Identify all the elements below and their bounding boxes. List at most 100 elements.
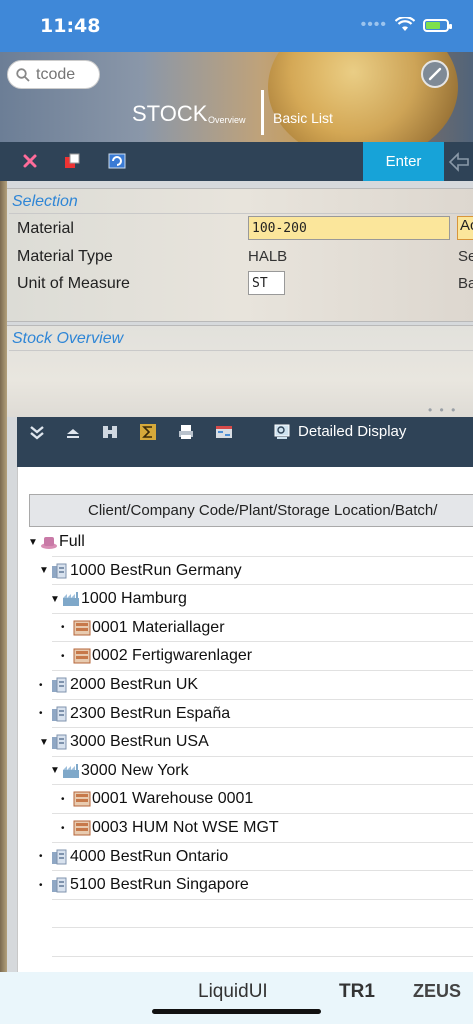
tree-row-label: 0003 HUM Not WSE MGT (92, 819, 279, 836)
title-divider (261, 90, 264, 135)
storage-location-icon (73, 619, 91, 637)
tcode-input[interactable] (36, 65, 91, 84)
section-line (9, 350, 473, 351)
tree-row-label: Full (59, 533, 85, 550)
tree-row[interactable]: ▼ 1000 BestRun Germany (39, 557, 242, 585)
expand-toggle-icon[interactable]: ▼ (39, 565, 51, 576)
enter-button[interactable]: Enter (363, 142, 444, 181)
tree-row-label: 0001 Materiallager (92, 618, 225, 636)
company-code-icon (51, 733, 69, 751)
tree-row[interactable]: ▼ 3000 New York (50, 757, 189, 785)
cancel-icon[interactable] (20, 151, 40, 171)
unit-input[interactable] (248, 271, 285, 295)
sum-icon[interactable] (139, 423, 157, 441)
brush-icon (428, 67, 442, 81)
more-dots[interactable]: • • • (428, 403, 457, 417)
back-icon[interactable] (448, 151, 470, 173)
tree-row[interactable]: • 0003 HUM Not WSE MGT (61, 814, 279, 842)
main-toolbar: Enter (0, 142, 473, 181)
cellular-dots: •••• (360, 16, 387, 33)
stock-overview-panel: Stock Overview (7, 325, 473, 417)
tree-row[interactable]: • 0001 Warehouse 0001 (61, 785, 253, 813)
tree-row[interactable]: • 5100 BestRun Singapore (39, 871, 249, 899)
tree-row-label: 0001 Warehouse 0001 (92, 790, 254, 808)
battery-charging-icon (423, 18, 452, 32)
tree-row[interactable]: ▼ 3000 BestRun USA (39, 728, 209, 756)
server-name: ZEUS (413, 981, 462, 1001)
plant-icon (62, 762, 80, 780)
section-line (9, 213, 473, 214)
detailed-display-icon[interactable] (273, 423, 291, 441)
tree-row-label: 5100 BestRun Singapore (70, 876, 249, 894)
status-time: 11:48 (40, 15, 101, 37)
tcode-search[interactable] (7, 60, 100, 89)
leaf-bullet-icon: • (39, 708, 43, 720)
layout-icon[interactable] (215, 423, 233, 441)
tree-row[interactable]: • 4000 BestRun Ontario (39, 843, 228, 871)
material-type-value: HALB (248, 248, 288, 265)
home-indicator[interactable] (152, 1009, 321, 1014)
plant-icon (62, 590, 80, 608)
wifi-icon (395, 17, 415, 31)
tree-row-label: 4000 BestRun Ontario (70, 847, 229, 865)
storage-location-icon (73, 819, 91, 837)
selection-title: Selection (12, 193, 78, 210)
page-subtitle: Overview (208, 115, 246, 125)
company-code-icon (51, 848, 69, 866)
selection-panel: Selection Material Ac Material Type HALB… (7, 188, 473, 322)
leaf-bullet-icon: • (61, 793, 65, 805)
leaf-bullet-icon: • (39, 851, 43, 863)
leaf-bullet-icon: • (61, 622, 65, 634)
leaf-bullet-icon: • (39, 879, 43, 891)
tree-row[interactable]: • 0001 Materiallager (61, 614, 225, 642)
tree-column-header[interactable]: Client/Company Code/Plant/Storage Locati… (29, 494, 473, 527)
material-type-label: Material Type (17, 248, 113, 265)
storage-location-icon (73, 790, 91, 808)
unit-label: Unit of Measure (17, 275, 130, 292)
tree-row-label: 3000 BestRun USA (70, 733, 209, 751)
tree-row[interactable]: • 2300 BestRun España (39, 700, 230, 728)
tree-row-label: 3000 New York (81, 761, 189, 779)
tab-basic-list[interactable]: Basic List (273, 110, 333, 126)
find-icon[interactable] (101, 423, 119, 441)
search-icon (16, 67, 30, 82)
left-accent-bar (0, 181, 7, 972)
expand-toggle-icon[interactable]: ▼ (28, 537, 40, 548)
cut-ac: Ac (460, 217, 473, 234)
new-session-icon[interactable] (62, 151, 82, 171)
cut-off-field[interactable]: Ac (457, 216, 473, 240)
refresh-icon[interactable] (107, 151, 127, 171)
expand-toggle-icon[interactable]: ▼ (39, 737, 51, 748)
tree-row[interactable]: ▼ 1000 Hamburg (50, 585, 187, 613)
header-banner: STOCK Overview Basic List (0, 52, 473, 142)
material-label: Material (17, 220, 74, 237)
tree-row-label: 2000 BestRun UK (70, 676, 199, 693)
tree-row[interactable]: • 2000 BestRun UK (39, 671, 198, 699)
theme-brush-button[interactable] (421, 60, 449, 88)
stock-tree: Client/Company Code/Plant/Storage Locati… (17, 467, 473, 972)
status-icons: •••• (360, 16, 452, 34)
company-code-icon (51, 562, 69, 580)
detailed-display-label[interactable]: Detailed Display (298, 423, 406, 440)
tree-row[interactable]: ▼ Full (28, 528, 85, 556)
tree-row-label: 1000 BestRun Germany (70, 561, 242, 579)
print-icon[interactable] (177, 423, 195, 441)
row-separator (52, 927, 473, 929)
expand-toggle-icon[interactable]: ▼ (50, 594, 62, 605)
leaf-bullet-icon: • (61, 822, 65, 834)
grid-toolbar: Detailed Display (17, 417, 473, 467)
page-title: STOCK (132, 101, 208, 126)
company-code-icon (51, 676, 69, 694)
leaf-bullet-icon: • (39, 679, 43, 691)
stock-overview-title: Stock Overview (12, 330, 124, 347)
collapse-all-icon[interactable] (64, 423, 82, 441)
expand-all-icon[interactable] (28, 423, 46, 441)
material-input[interactable] (248, 216, 450, 240)
tree-row[interactable]: • 0002 Fertigwarenlager (61, 642, 252, 670)
storage-location-icon (73, 647, 91, 665)
company-code-icon (51, 876, 69, 894)
tree-row-label: 1000 Hamburg (81, 590, 187, 608)
expand-toggle-icon[interactable]: ▼ (50, 765, 62, 776)
status-bar: 11:48 •••• (0, 0, 473, 52)
system-id: TR1 (339, 981, 375, 1002)
